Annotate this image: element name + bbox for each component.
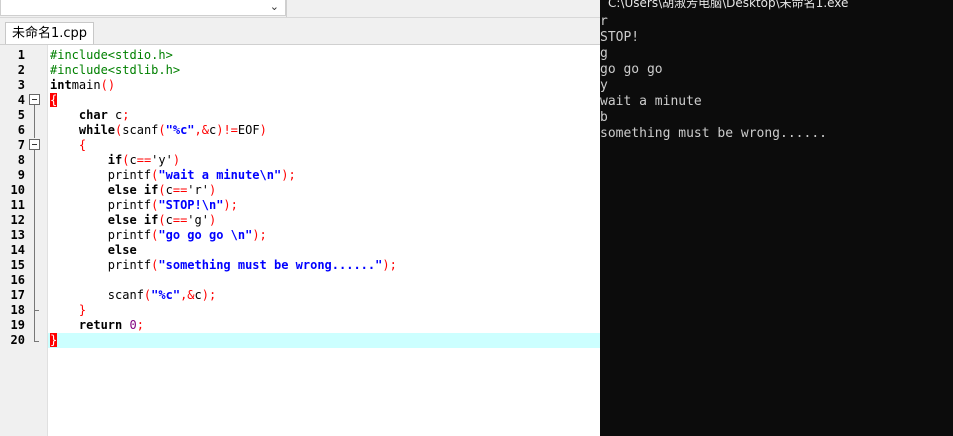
code-text: printf("something must be wrong......"); [50, 258, 397, 272]
code-line[interactable]: 20} [5, 333, 600, 348]
code-line[interactable]: 8 if(c=='y') [5, 153, 600, 168]
fold-guide-end [34, 341, 39, 342]
toolbar-divider [286, 0, 287, 17]
code-text: } [78, 303, 87, 317]
line-number: 1 [17, 48, 25, 62]
chevron-down-icon[interactable]: ⌄ [270, 0, 279, 13]
code-line[interactable]: 2 #include<stdlib.h> [5, 63, 600, 78]
line-number: 11 [10, 198, 25, 212]
fold-guide [34, 105, 35, 138]
line-number: 2 [17, 63, 25, 77]
code-line[interactable]: 10 else if(c=='r') [5, 183, 600, 198]
code-text: { [50, 93, 58, 107]
line-number: 5 [17, 108, 25, 122]
code-line[interactable]: 15 printf("something must be wrong......… [5, 258, 600, 273]
line-number: 3 [17, 78, 25, 92]
console-line: g [600, 46, 608, 61]
console-line: wait a minute [600, 94, 702, 109]
line-number: 4 [17, 93, 25, 107]
console-line: STOP! [600, 30, 640, 45]
code-text: else if(c=='g') [107, 213, 217, 227]
code-line[interactable]: 11 printf("STOP!\n"); [5, 198, 600, 213]
console-window[interactable]: C:\Users\胡淑芳电脑\Desktop\未命名1.exe r STOP! g g… [600, 0, 953, 436]
code-line[interactable]: 17 scanf("%c",&c); [5, 288, 600, 303]
code-line[interactable]: 13 printf("go go go \n"); [5, 228, 600, 243]
tab-file[interactable]: 未命名1.cpp [5, 22, 95, 44]
code-line[interactable]: 6 while(scanf("%c",&c)!=EOF) [5, 123, 600, 138]
console-title: C:\Users\胡淑芳电脑\Desktop\未命名1.exe [608, 0, 849, 10]
code-editor[interactable]: 1 #include<stdio.h> 2 #include<stdlib.h> 3 in… [5, 45, 600, 436]
code-text: #include<stdio.h> [50, 48, 173, 62]
code-text: } [50, 333, 58, 347]
fold-guide [34, 311, 35, 341]
line-number: 7 [17, 138, 25, 152]
code-text: if(c=='y') [107, 153, 181, 167]
line-number: 13 [10, 228, 25, 242]
code-line[interactable]: 1 #include<stdio.h> [5, 48, 600, 63]
fold-toggle-while[interactable] [29, 139, 40, 150]
code-text: else if(c=='r') [107, 183, 217, 197]
code-text: #include<stdlib.h> [50, 63, 181, 77]
line-number: 9 [17, 168, 25, 182]
code-line[interactable]: 14 else [5, 243, 600, 258]
code-text: char c; [78, 108, 130, 122]
code-line[interactable]: 18 } [5, 303, 600, 318]
code-text: while(scanf("%c",&c)!=EOF) [78, 123, 267, 137]
console-line: go go go [600, 62, 663, 77]
code-text: printf("wait a minute\n"); [50, 168, 296, 182]
code-text: printf("STOP!\n"); [50, 198, 238, 212]
code-text: else [107, 243, 137, 257]
code-line[interactable]: 7 { [5, 138, 600, 153]
line-number: 8 [17, 153, 25, 167]
line-number: 16 [10, 273, 25, 287]
code-text: printf("go go go \n"); [50, 228, 267, 242]
code-line[interactable]: 4{ [5, 93, 600, 108]
fold-toggle-main[interactable] [29, 94, 40, 105]
code-line[interactable]: 9 printf("wait a minute\n"); [5, 168, 600, 183]
line-number: 18 [10, 303, 25, 317]
console-line: something must be wrong...... [600, 126, 827, 141]
code-text: { [78, 138, 87, 152]
line-number: 15 [10, 258, 25, 272]
scope-dropdown[interactable]: ⌄ [0, 0, 286, 16]
code-line[interactable]: 3 intmain() [5, 78, 600, 93]
console-line: r [600, 14, 608, 29]
code-text: intmain() [50, 78, 116, 92]
code-text: scanf("%c",&c); [50, 288, 217, 302]
line-number: 17 [10, 288, 25, 302]
line-number: 19 [10, 318, 25, 332]
editor-tab-bar: 未命名1.cpp [0, 18, 600, 45]
line-number: 6 [17, 123, 25, 137]
console-line: y [600, 78, 608, 93]
code-text: return 0; [78, 318, 144, 332]
code-line[interactable]: 16 [5, 273, 600, 288]
line-number: 14 [10, 243, 25, 257]
code-line[interactable]: 5 char c; [5, 108, 600, 123]
code-line[interactable]: 19 return 0; [5, 318, 600, 333]
line-number: 20 [10, 333, 25, 347]
line-number: 10 [10, 183, 25, 197]
console-line: b [600, 110, 608, 125]
code-line[interactable]: 12 else if(c=='g') [5, 213, 600, 228]
line-number: 12 [10, 213, 25, 227]
